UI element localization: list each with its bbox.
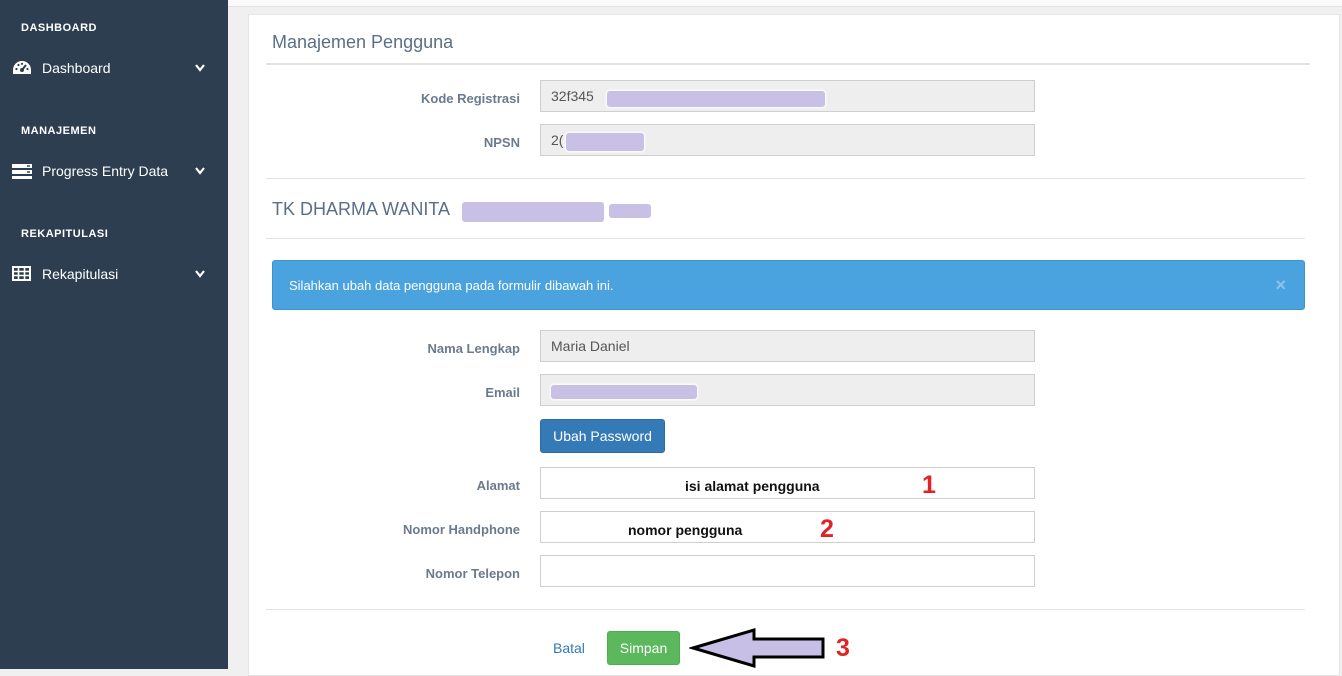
nomor-telepon-label: Nomor Telepon (425, 566, 520, 581)
sidebar-item-label: Rekapitulasi (42, 266, 119, 282)
nama-lengkap-field: Maria Daniel (540, 330, 1035, 362)
close-icon[interactable]: × (1275, 275, 1286, 296)
kode-registrasi-label: Kode Registrasi (421, 91, 520, 106)
nomor-handphone-label: Nomor Handphone (403, 522, 520, 537)
divider (266, 178, 1305, 179)
nomor-telepon-input[interactable] (540, 555, 1035, 587)
sidebar-section-manajemen: MANAJEMEN (21, 125, 97, 137)
nomor-handphone-input[interactable] (540, 511, 1035, 543)
sidebar-item-label: Progress Entry Data (42, 163, 169, 179)
divider (266, 609, 1305, 610)
main-content: Manajemen Pengguna Kode Registrasi 32f34… (228, 0, 1342, 676)
user-management-panel: Manajemen Pengguna Kode Registrasi 32f34… (248, 14, 1340, 676)
page-title: Manajemen Pengguna (272, 32, 454, 52)
alamat-annotation: isi alamat pengguna (685, 478, 820, 494)
sidebar-item-dashboard[interactable]: Dashboard (12, 56, 212, 80)
sidebar: DASHBOARD Dashboard MANAJEMEN Progress E… (0, 0, 228, 669)
school-name: TK DHARMA WANITA (272, 199, 451, 219)
redaction-mark (566, 133, 644, 151)
step-number-2: 2 (820, 515, 834, 543)
redaction-mark (609, 204, 651, 218)
top-bar (228, 0, 1342, 7)
sidebar-item-rekapitulasi[interactable]: Rekapitulasi (12, 262, 212, 286)
divider (266, 238, 1305, 239)
alamat-label: Alamat (476, 478, 520, 493)
redaction-mark (551, 385, 697, 399)
email-label: Email (485, 385, 520, 400)
chevron-down-icon (194, 163, 206, 179)
batal-link[interactable]: Batal (553, 640, 585, 656)
chevron-down-icon (194, 266, 206, 282)
sidebar-item-progress-entry-data[interactable]: Progress Entry Data (12, 159, 212, 183)
nama-lengkap-label: Nama Lengkap (427, 341, 520, 356)
step-number-3: 3 (836, 634, 850, 662)
info-alert: Silahkan ubah data pengguna pada formuli… (272, 260, 1305, 310)
arrow-left-icon (689, 627, 825, 669)
server-icon (12, 162, 34, 180)
table-icon (12, 265, 34, 283)
npsn-label: NPSN (483, 135, 520, 150)
title-divider (266, 63, 1310, 65)
handphone-annotation: nomor pengguna (628, 522, 743, 538)
sidebar-section-dashboard: DASHBOARD (21, 22, 97, 34)
alert-text: Silahkan ubah data pengguna pada formuli… (289, 277, 614, 293)
chevron-down-icon (194, 60, 206, 76)
ubah-password-button[interactable]: Ubah Password (540, 419, 665, 453)
step-number-1: 1 (922, 471, 936, 499)
sidebar-item-label: Dashboard (42, 60, 111, 76)
simpan-button[interactable]: Simpan (607, 631, 680, 665)
redaction-mark (607, 91, 825, 107)
sidebar-section-rekapitulasi: REKAPITULASI (21, 228, 109, 240)
redaction-mark (462, 202, 604, 222)
dashboard-icon (12, 59, 34, 77)
